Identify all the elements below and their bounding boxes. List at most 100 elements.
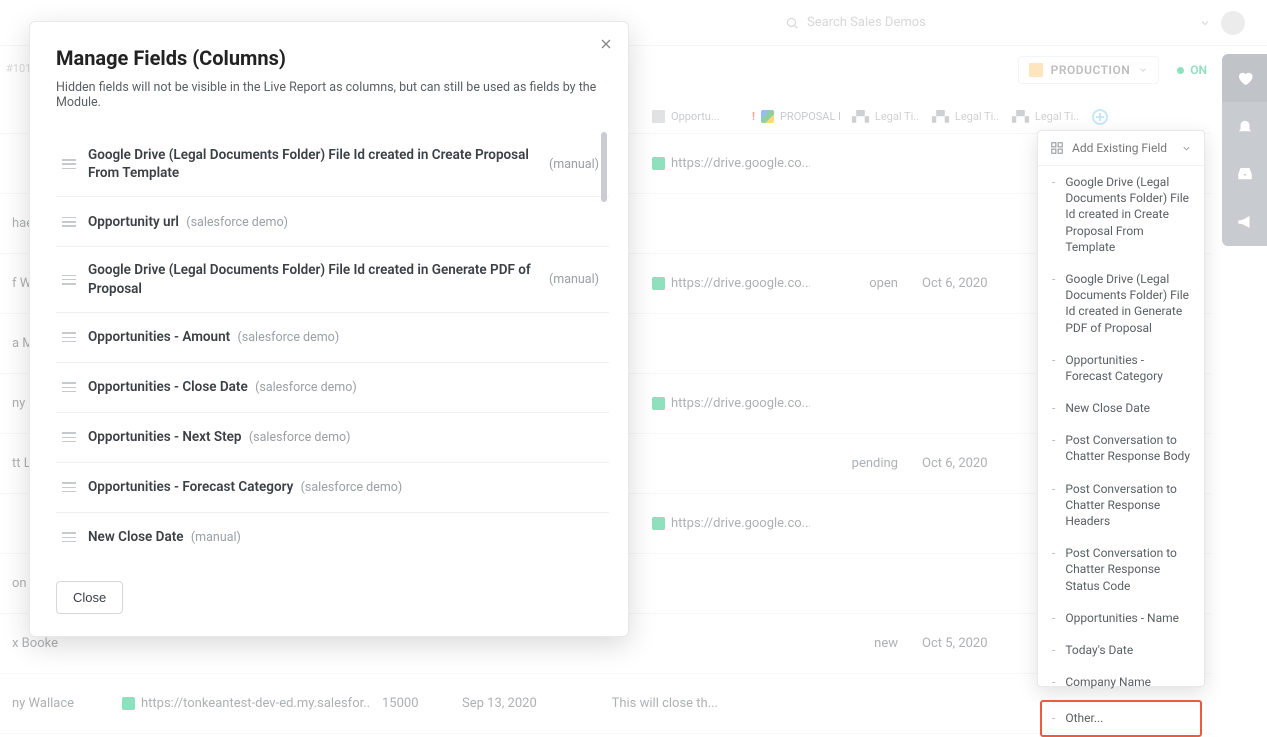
field-label: Opportunities - Close Date (salesforce d… <box>88 378 603 397</box>
field-row[interactable]: Google Drive (Legal Documents Folder) Fi… <box>56 132 609 197</box>
col-oppo[interactable]: Opportu... <box>640 110 740 123</box>
dropdown-item[interactable]: -Google Drive (Legal Documents Folder) F… <box>1038 263 1204 344</box>
field-label: Google Drive (Legal Documents Folder) Fi… <box>88 261 537 297</box>
zendesk-icon: ▞▚ <box>1012 110 1029 123</box>
cell-amount: 15000 <box>370 696 450 711</box>
dropdown-item[interactable]: -New Close Date <box>1038 392 1204 424</box>
field-row[interactable]: Opportunities - Next Step (salesforce de… <box>56 413 609 463</box>
drag-handle-icon[interactable] <box>62 382 76 392</box>
rail-megaphone-button[interactable] <box>1222 198 1267 246</box>
dash-icon: - <box>1052 271 1055 336</box>
global-search[interactable]: Search Sales Demos <box>785 15 926 30</box>
field-label: Opportunities - Amount (salesforce demo) <box>88 328 603 347</box>
cell-link[interactable]: https://drive.google.co... <box>640 156 810 171</box>
field-label: New Close Date (manual) <box>88 528 603 547</box>
cell-date: Oct 5, 2020 <box>910 636 1020 651</box>
dropdown-item-label: Post Conversation to Chatter Response Bo… <box>1065 432 1192 464</box>
chevron-down-icon <box>1138 65 1148 75</box>
col-legal-3[interactable]: ▞▚Legal Ti... <box>1000 110 1080 123</box>
env-selector[interactable]: PRODUCTION <box>1018 56 1160 84</box>
dash-icon: - <box>1052 432 1055 464</box>
chevron-down-icon[interactable] <box>1199 17 1211 29</box>
rail-bell-button[interactable] <box>1222 102 1267 150</box>
dropdown-item[interactable]: -Company Name <box>1038 666 1204 698</box>
manage-fields-modal: Manage Fields (Columns) Hidden fields wi… <box>29 21 629 637</box>
field-row[interactable]: Opportunities - Forecast Category (sales… <box>56 463 609 513</box>
col-proposal[interactable]: !PROPOSAL P... <box>740 110 840 123</box>
rail-heart-button[interactable] <box>1222 54 1267 102</box>
dropdown-item[interactable]: -Opportunities - Name <box>1038 602 1204 634</box>
module-on-toggle[interactable]: ON <box>1177 63 1207 77</box>
dash-icon: - <box>1052 545 1055 594</box>
dropdown-item-label: Opportunities - Forecast Category <box>1065 352 1192 384</box>
search-placeholder: Search Sales Demos <box>807 15 926 30</box>
zendesk-icon: ▞▚ <box>932 110 949 123</box>
drive-icon <box>761 110 774 123</box>
col-legal-1[interactable]: ▞▚Legal Ti... <box>840 110 920 123</box>
cell-status: new <box>810 636 910 651</box>
dropdown-item-label: Post Conversation to Chatter Response St… <box>1065 545 1192 594</box>
link-icon <box>652 157 665 170</box>
env-label: PRODUCTION <box>1051 63 1131 77</box>
cell-link[interactable]: https://tonkeantest-dev-ed.my.salesfor..… <box>110 696 370 711</box>
dropdown-item-other[interactable]: -Other... <box>1040 700 1202 736</box>
modal-subtitle: Hidden fields will not be visible in the… <box>56 80 602 110</box>
field-label: Opportunities - Next Step (salesforce de… <box>88 428 603 447</box>
avatar[interactable] <box>1221 11 1245 35</box>
field-label: Opportunity url (salesforce demo) <box>88 213 603 232</box>
link-icon <box>652 397 665 410</box>
field-row[interactable]: Opportunity url (salesforce demo) <box>56 197 609 247</box>
dash-icon: - <box>1052 610 1055 626</box>
modal-title: Manage Fields (Columns) <box>56 46 602 70</box>
page-tag: #101 <box>6 62 31 75</box>
field-row[interactable]: New Close Date (manual) <box>56 513 609 562</box>
cell-link[interactable]: https://drive.google.co... <box>640 396 810 411</box>
dropdown-item[interactable]: -Post Conversation to Chatter Response S… <box>1038 537 1204 602</box>
cell-link[interactable]: https://drive.google.co... <box>640 276 810 291</box>
field-row[interactable]: Opportunities - Close Date (salesforce d… <box>56 363 609 413</box>
col-legal-2[interactable]: ▞▚Legal Ti... <box>920 110 1000 123</box>
dropdown-item[interactable]: -Post Conversation to Chatter Response B… <box>1038 424 1204 472</box>
field-row[interactable]: Opportunities - Amount (salesforce demo) <box>56 313 609 363</box>
field-label: Opportunities - Forecast Category (sales… <box>88 478 603 497</box>
inbox-icon <box>1236 165 1254 183</box>
field-source-label: (manual) <box>549 157 603 172</box>
modal-fields-list: Google Drive (Legal Documents Folder) Fi… <box>56 132 610 562</box>
on-dot-icon <box>1177 67 1184 74</box>
dropdown-header[interactable]: Add Existing Field <box>1038 131 1204 166</box>
scrollbar[interactable] <box>601 132 607 202</box>
drag-handle-icon[interactable] <box>62 159 76 169</box>
on-label: ON <box>1190 63 1207 77</box>
drag-handle-icon[interactable] <box>62 217 76 227</box>
table-row[interactable]: ny Wallacehttps://tonkeantest-dev-ed.my.… <box>0 674 1211 734</box>
dropdown-item[interactable]: -Today's Date <box>1038 634 1204 666</box>
field-row[interactable]: Google Drive (Legal Documents Folder) Fi… <box>56 247 609 312</box>
rail-inbox-button[interactable] <box>1222 150 1267 198</box>
dropdown-item[interactable]: -Post Conversation to Chatter Response H… <box>1038 473 1204 538</box>
drag-handle-icon[interactable] <box>62 332 76 342</box>
cell-date: Sep 13, 2020 <box>450 696 570 711</box>
dash-icon: - <box>1052 710 1055 726</box>
dash-icon: - <box>1052 174 1055 255</box>
search-icon <box>785 16 799 30</box>
close-icon[interactable] <box>598 36 614 56</box>
dash-icon: - <box>1052 481 1055 530</box>
grid-icon <box>1050 141 1064 155</box>
cell-link[interactable]: https://drive.google.co... <box>640 516 810 531</box>
drag-handle-icon[interactable] <box>62 532 76 542</box>
dropdown-item[interactable]: -Opportunities - Forecast Category <box>1038 344 1204 392</box>
drag-handle-icon[interactable] <box>62 275 76 285</box>
drag-handle-icon[interactable] <box>62 432 76 442</box>
env-bar: PRODUCTION ON <box>1018 56 1207 84</box>
cell-status: pending <box>810 456 910 471</box>
drag-handle-icon[interactable] <box>62 482 76 492</box>
dropdown-item-label: Other... <box>1065 710 1103 726</box>
zendesk-icon: ▞▚ <box>852 110 869 123</box>
dropdown-item-label: Opportunities - Name <box>1065 610 1179 626</box>
close-button[interactable]: Close <box>56 581 123 614</box>
link-icon <box>122 697 135 710</box>
dropdown-item[interactable]: -Google Drive (Legal Documents Folder) F… <box>1038 166 1204 263</box>
link-icon <box>652 277 665 290</box>
add-column-button[interactable] <box>1080 109 1120 125</box>
megaphone-icon <box>1236 213 1254 231</box>
